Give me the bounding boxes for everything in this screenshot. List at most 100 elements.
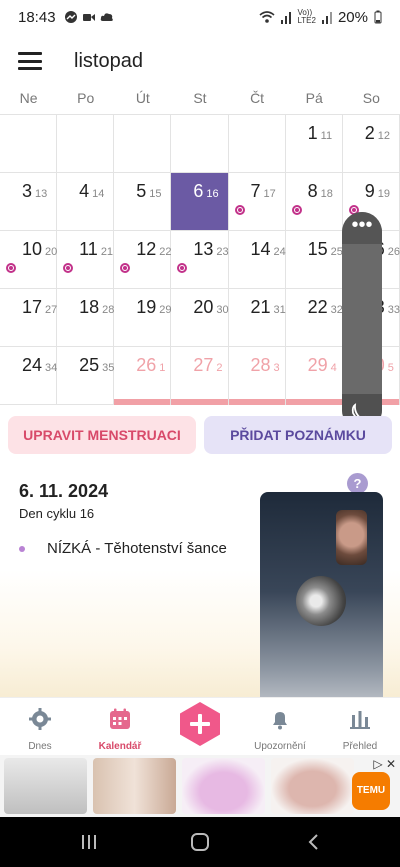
calendar-day-cell[interactable]: 21 31 bbox=[228, 289, 286, 347]
day-number: 5 bbox=[136, 181, 147, 201]
calendar-day-cell[interactable] bbox=[114, 115, 172, 173]
calendar-day-cell[interactable]: 6 16 bbox=[171, 173, 229, 231]
status-right: Vo)) LTE2 20% bbox=[259, 9, 382, 26]
add-note-button[interactable]: PŘIDAT POZNÁMKU bbox=[204, 416, 392, 454]
day-label: 21 31 bbox=[251, 297, 286, 318]
help-icon[interactable]: ? bbox=[347, 473, 368, 494]
cycle-day-number: 15 bbox=[149, 188, 162, 200]
cycle-day-number: 11 bbox=[320, 130, 333, 142]
menu-icon[interactable] bbox=[18, 52, 42, 70]
ovulation-marker-icon bbox=[120, 263, 131, 273]
call-widget-menu-icon[interactable]: ••• bbox=[342, 212, 382, 244]
day-label: 29 4 bbox=[308, 355, 337, 376]
cycle-day-number: 27 bbox=[45, 304, 58, 316]
wifi-icon bbox=[259, 11, 275, 23]
calendar-day-cell[interactable]: 25 35 bbox=[57, 347, 114, 405]
calendar-day-cell[interactable]: 29 4 bbox=[285, 347, 343, 405]
calendar-day-cell[interactable]: 13 23 bbox=[171, 231, 229, 289]
weekday-label: Po bbox=[77, 90, 95, 106]
bar-chart-icon bbox=[350, 711, 370, 729]
weekday-label: St bbox=[193, 90, 207, 106]
day-number: 2 bbox=[364, 123, 375, 143]
day-number: 28 bbox=[250, 355, 271, 375]
calendar-day-cell[interactable]: 7 17 bbox=[228, 173, 286, 231]
nav-item-reminders[interactable]: Upozornění bbox=[240, 698, 320, 756]
calendar-day-cell[interactable]: 8 18 bbox=[285, 173, 343, 231]
cycle-day-number: 2 bbox=[216, 362, 223, 374]
ad-banner[interactable]: ▷ ✕ TEMU bbox=[0, 755, 400, 817]
weekday-label: Čt bbox=[250, 90, 265, 106]
calendar-day-cell[interactable]: 27 2 bbox=[171, 347, 229, 405]
day-label: 24 34 bbox=[22, 355, 57, 376]
ad-product-bag[interactable] bbox=[4, 758, 87, 814]
calendar-day-cell[interactable]: 18 28 bbox=[57, 289, 114, 347]
calendar-day-cell[interactable]: 17 27 bbox=[0, 289, 57, 347]
cycle-day-number: 21 bbox=[100, 246, 114, 258]
bell-icon bbox=[273, 712, 287, 730]
nav-item-overview[interactable]: Přehled bbox=[320, 698, 400, 756]
nav-item-calendar[interactable]: Kalendář bbox=[80, 698, 160, 756]
day-number: 8 bbox=[307, 181, 318, 201]
temu-logo[interactable]: TEMU bbox=[352, 772, 390, 810]
calendar-day-cell[interactable] bbox=[0, 115, 58, 173]
day-label: 27 2 bbox=[193, 355, 222, 376]
day-number: 4 bbox=[79, 181, 90, 201]
calendar-day-cell[interactable]: 15 25 bbox=[285, 231, 343, 289]
day-label: 25 35 bbox=[79, 355, 114, 376]
day-number: 15 bbox=[307, 239, 328, 259]
caller-avatar bbox=[296, 576, 346, 626]
calendar-day-cell[interactable]: 24 34 bbox=[0, 347, 57, 405]
home-icon[interactable] bbox=[190, 832, 210, 852]
fertility-row: NÍZKÁ - Těhotenství šance bbox=[19, 540, 227, 557]
cloud-icon bbox=[100, 13, 113, 21]
ad-close-icon[interactable]: ▷ ✕ bbox=[373, 757, 396, 771]
day-label: 20 30 bbox=[193, 297, 228, 318]
ovulation-marker-icon bbox=[234, 205, 245, 215]
add-entry-button[interactable] bbox=[177, 701, 223, 747]
day-label: 22 32 bbox=[308, 297, 343, 318]
calendar-day-cell[interactable]: 12 22 bbox=[114, 231, 172, 289]
app-screen: 18:43 Vo)) LTE2 20% listopad Ne Po Út St… bbox=[0, 0, 400, 867]
calendar-day-cell[interactable]: 20 30 bbox=[171, 289, 229, 347]
recents-icon[interactable] bbox=[80, 833, 98, 851]
edit-period-button[interactable]: UPRAVIT MENSTRUACI bbox=[8, 416, 196, 454]
calendar-day-cell[interactable] bbox=[228, 115, 286, 173]
calendar-day-cell[interactable]: 3 13 bbox=[0, 173, 58, 231]
calendar-day-cell[interactable]: 1 11 bbox=[285, 115, 343, 173]
ad-product-handbag[interactable] bbox=[271, 758, 354, 814]
cycle-day-number: 34 bbox=[45, 362, 58, 374]
nav-label: Přehled bbox=[342, 741, 378, 752]
day-number: 9 bbox=[364, 181, 375, 201]
system-navigation-bar bbox=[0, 817, 400, 867]
calendar-day-cell[interactable]: 2 12 bbox=[342, 115, 400, 173]
day-number: 1 bbox=[307, 123, 318, 143]
ovulation-marker-icon bbox=[6, 263, 16, 273]
cycle-day-number: 35 bbox=[102, 362, 115, 374]
calendar-day-cell[interactable]: 28 3 bbox=[228, 347, 286, 405]
calendar-day-cell[interactable]: 19 29 bbox=[114, 289, 172, 347]
calendar-day-cell[interactable] bbox=[57, 115, 115, 173]
battery-icon bbox=[374, 10, 382, 24]
ad-product-shoes[interactable] bbox=[182, 758, 265, 814]
calendar-day-cell[interactable]: 5 15 bbox=[114, 173, 172, 231]
app-header: listopad bbox=[0, 40, 400, 82]
day-label: 26 1 bbox=[136, 355, 165, 376]
call-widget[interactable]: ••• bbox=[342, 212, 382, 430]
cycle-day-number: 26 bbox=[387, 246, 400, 258]
cycle-day-number: 12 bbox=[377, 130, 391, 142]
calendar-day-cell[interactable]: 4 14 bbox=[57, 173, 115, 231]
calendar-day-cell[interactable]: 10 20 bbox=[0, 231, 57, 289]
cycle-day-number: 5 bbox=[387, 362, 394, 374]
day-number: 19 bbox=[136, 297, 157, 317]
calendar-day-cell[interactable]: 26 1 bbox=[114, 347, 172, 405]
calendar-day-cell[interactable]: 14 24 bbox=[228, 231, 286, 289]
calendar-day-cell[interactable] bbox=[171, 115, 229, 173]
back-icon[interactable] bbox=[306, 833, 322, 851]
nav-item-today[interactable]: Dnes bbox=[0, 698, 80, 756]
calendar-day-cell[interactable]: 22 32 bbox=[285, 289, 343, 347]
video-call-overlay[interactable] bbox=[260, 492, 383, 713]
self-view-thumbnail[interactable] bbox=[336, 510, 367, 565]
calendar-day-cell[interactable]: 11 21 bbox=[57, 231, 115, 289]
selected-date: 6. 11. 2024 bbox=[19, 481, 109, 501]
ad-product-boots[interactable] bbox=[93, 758, 176, 814]
